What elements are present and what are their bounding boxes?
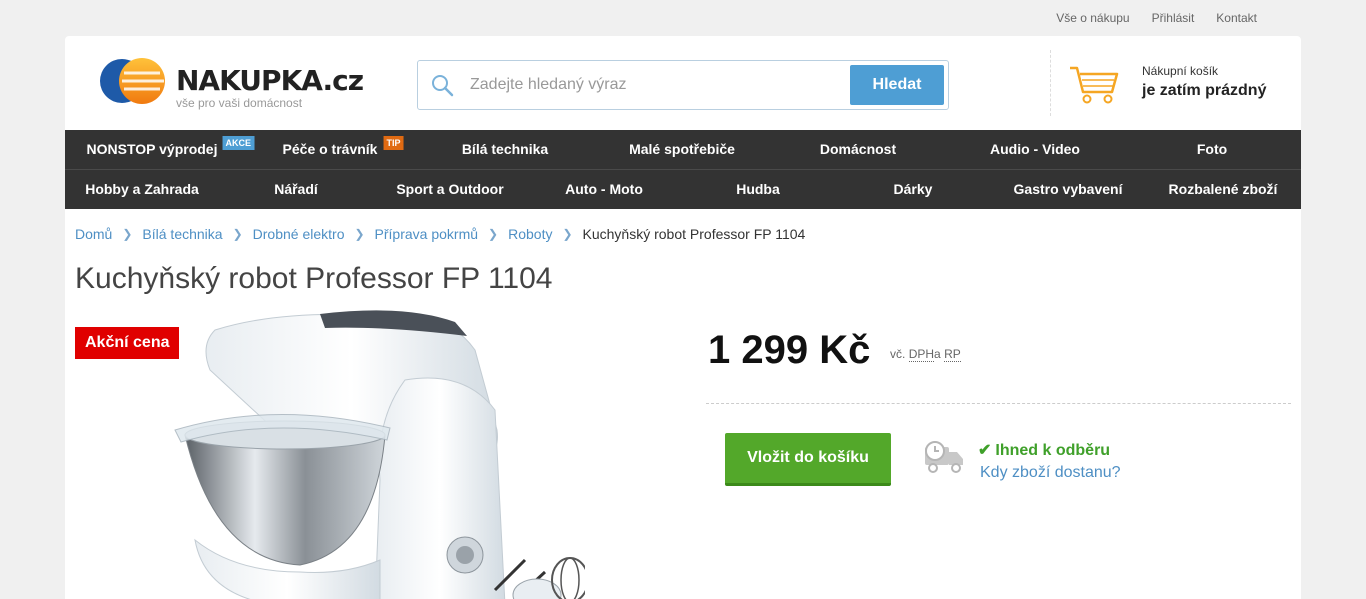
breadcrumb-link-priprava-pokrmu[interactable]: Příprava pokrmů (375, 226, 478, 242)
nav-item-naradi[interactable]: Nářadí (274, 170, 318, 209)
chevron-right-icon: ❯ (122, 227, 133, 241)
category-nav-row-2: Hobby a Zahrada Nářadí Sport a Outdoor A… (65, 170, 1301, 209)
nav-item-hudba[interactable]: Hudba (736, 170, 780, 209)
shopping-cart-icon (1070, 66, 1119, 104)
nav-item-pece-o-travnik[interactable]: Péče o trávník TIP (282, 130, 404, 169)
breadcrumb-link-bila-technika[interactable]: Bílá technika (142, 226, 222, 242)
nav-item-rozbalene-zbozi[interactable]: Rozbalené zboží (1169, 170, 1278, 209)
vat-note: vč. DPHa RP (890, 347, 961, 362)
category-nav: NONSTOP výprodej AKCE Péče o trávník TIP B… (65, 130, 1301, 209)
vat-and: a (934, 347, 941, 361)
price-divider (706, 403, 1291, 404)
search-box: Hledat (417, 60, 949, 110)
product-image[interactable] (125, 310, 585, 599)
shopping-cart[interactable]: Nákupní košík je zatím prázdný (1068, 58, 1288, 114)
chevron-right-icon: ❯ (232, 227, 243, 241)
nav-item-hobby-a-zahrada[interactable]: Hobby a Zahrada (85, 170, 199, 209)
breadcrumb-link-drobne-elektro[interactable]: Drobné elektro (253, 226, 345, 242)
page-title: Kuchyňský robot Professor FP 1104 (75, 262, 553, 295)
top-link-contact[interactable]: Kontakt (1216, 11, 1257, 25)
nav-item-bila-technika[interactable]: Bílá technika (462, 130, 548, 169)
top-link-login[interactable]: Přihlásit (1152, 11, 1195, 25)
category-nav-row-1: NONSTOP výprodej AKCE Péče o trávník TIP B… (65, 130, 1301, 170)
nav-item-gastro-vybaveni[interactable]: Gastro vybavení (1014, 170, 1123, 209)
delivery-truck-icon (925, 441, 963, 473)
nav-item-darky[interactable]: Dárky (894, 170, 933, 209)
akce-badge: AKCE (222, 136, 255, 150)
nav-item-foto[interactable]: Foto (1197, 130, 1227, 169)
top-link-about-shopping[interactable]: Vše o nákupu (1056, 11, 1129, 25)
site-logo[interactable]: NAKUPKA.cz vše pro vaši domácnost (98, 54, 364, 114)
stock-status: ✔ Ihned k odběru (978, 440, 1110, 460)
logo-text: NAKUPKA.cz (176, 64, 364, 97)
vat-dph-abbr[interactable]: DPH (908, 347, 935, 362)
add-to-cart-button[interactable]: Vložit do košíku (725, 433, 891, 486)
nav-item-domacnost[interactable]: Domácnost (820, 130, 896, 169)
promo-badge: Akční cena (75, 327, 180, 359)
checkmark-icon: ✔ (978, 442, 992, 459)
nav-item-sport-a-outdoor[interactable]: Sport a Outdoor (396, 170, 503, 209)
logo-tagline: vše pro vaši domácnost (176, 96, 303, 110)
search-button[interactable]: Hledat (850, 65, 944, 105)
nav-item-nonstop-vyprodej[interactable]: NONSTOP výprodej AKCE (86, 130, 255, 169)
nav-item-male-spotrebice[interactable]: Malé spotřebiče (629, 130, 735, 169)
chevron-right-icon: ❯ (562, 227, 573, 241)
stock-status-text: Ihned k odběru (995, 442, 1111, 459)
nav-item-label: NONSTOP výprodej (86, 141, 218, 157)
breadcrumb-link-roboty[interactable]: Roboty (508, 226, 552, 242)
product-price: 1 299 Kč (708, 328, 871, 372)
delivery-time-link[interactable]: Kdy zboží dostanu? (980, 464, 1121, 482)
chevron-right-icon: ❯ (488, 227, 499, 241)
nav-item-auto-moto[interactable]: Auto - Moto (565, 170, 643, 209)
breadcrumb-current: Kuchyňský robot Professor FP 1104 (582, 226, 806, 242)
top-links: Vše o nákupu Přihlásit Kontakt (1056, 11, 1257, 25)
top-utility-bar: Vše o nákupu Přihlásit Kontakt (0, 0, 1366, 36)
nav-item-label: Péče o trávník (282, 141, 378, 157)
nav-item-audio-video[interactable]: Audio - Video (990, 130, 1080, 169)
search-icon (432, 75, 454, 97)
chevron-right-icon: ❯ (354, 227, 365, 241)
tip-badge: TIP (383, 136, 404, 150)
vat-rp-abbr[interactable]: RP (944, 347, 961, 362)
breadcrumb-link-home[interactable]: Domů (75, 226, 112, 242)
page-card: NAKUPKA.cz vše pro vaši domácnost Hledat… (65, 36, 1301, 599)
search-input[interactable] (468, 69, 842, 101)
cart-label: Nákupní košík (1142, 64, 1219, 78)
vat-prefix: vč. (890, 347, 906, 361)
cart-divider (1050, 50, 1051, 116)
logo-mark-icon (100, 58, 165, 104)
breadcrumb: Domů ❯ Bílá technika ❯ Drobné elektro ❯ … (75, 226, 805, 242)
cart-status: je zatím prázdný (1142, 82, 1267, 99)
